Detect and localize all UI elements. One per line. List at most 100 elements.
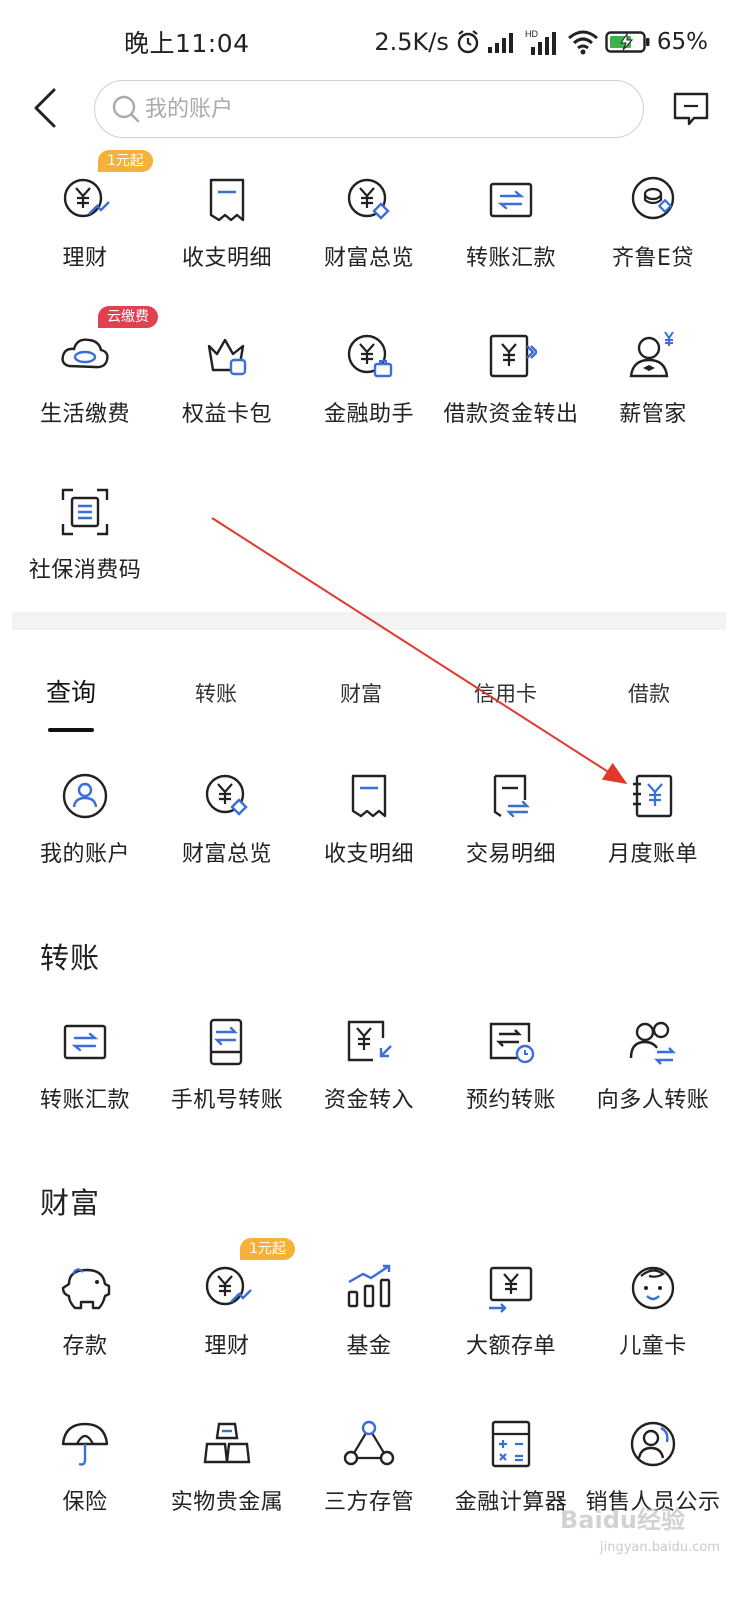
shortcut-item[interactable]: 借款资金转出 [440,306,582,462]
section-divider [12,612,726,630]
query-item-label: 月度账单 [607,842,698,867]
query-item[interactable]: 收支明细 [298,746,440,896]
staff-icon [630,1421,676,1467]
alarm-icon [457,30,479,54]
wealth-item[interactable]: 理财 1元起 [156,1238,298,1394]
top-grid: 理财 1元起 收支明细 财富总览 转账汇款 齐鲁E贷生活缴费 云缴费 权益卡包 金融助手 借款资金… [14,150,726,618]
shortcut-item[interactable]: 生活缴费 云缴费 [14,306,158,462]
yuan-diamond-icon [205,774,248,816]
search-bar[interactable] [94,80,644,138]
transfer-icon [489,182,533,218]
shortcut-item[interactable]: 财富总览 [298,150,440,306]
status-right: 2.5K/s HD 65% [374,24,708,60]
watermark-url: jingyan.baidu.com [600,1540,720,1555]
yuan-diamond-icon [347,178,390,220]
gold-bars-icon [203,1422,251,1464]
tab-transfer[interactable]: 转账 [195,678,237,708]
coin-stack-icon [631,176,675,220]
shortcut-item[interactable]: 收支明细 [156,150,298,306]
search-icon [112,95,140,123]
transfer-item-label: 手机号转账 [170,1088,284,1113]
promo-badge: 云缴费 [98,306,158,328]
query-item[interactable]: 月度账单 [582,746,724,896]
shortcut-item[interactable]: 齐鲁E贷 [582,150,724,306]
query-item[interactable]: 财富总览 [156,746,298,896]
yuan-chart-icon [205,1266,252,1306]
transfer-icon [63,1024,107,1060]
child-face-icon [631,1266,675,1310]
shortcut-item[interactable]: 权益卡包 [156,306,298,462]
shortcut-item-label: 社保消费码 [28,558,142,583]
yuan-in-icon [347,1020,392,1062]
shortcut-item[interactable]: 薪管家 [582,306,724,462]
shortcut-item[interactable]: 理财 1元起 [14,150,156,306]
crown-card-icon [207,338,247,376]
wealth-item-label: 三方存管 [323,1490,414,1515]
section-title-transfer: 转账 [40,941,101,975]
wealth-item[interactable]: 保险 [14,1394,156,1550]
svg-text:HD: HD [525,29,538,39]
calculator-icon [491,1420,531,1468]
tab-query[interactable]: 查询 [46,673,96,709]
shortcut-item-label: 借款资金转出 [443,402,579,427]
wealth-item[interactable]: 大额存单 [440,1238,582,1394]
signal-icon [487,33,513,53]
transfer-item[interactable]: 资金转入 [298,992,440,1142]
query-item-label: 我的账户 [39,842,130,867]
shortcut-item-label: 齐鲁E贷 [612,246,694,271]
transfer-grid: 转账汇款 手机号转账 资金转入 预约转账 向多人转账 [14,992,726,1142]
shortcut-item-label: 生活缴费 [39,402,130,427]
shortcut-item[interactable]: 金融助手 [298,306,440,462]
wealth-item-label: 保险 [62,1490,108,1515]
receipt-icon [209,178,245,222]
phone-transfer-icon [209,1018,243,1066]
network-speed: 2.5K/s [374,28,449,56]
umbrella-icon [61,1422,109,1466]
user-circle-icon [62,773,108,819]
yuan-certificate-icon [489,1266,533,1313]
message-icon[interactable] [672,90,710,128]
yuan-briefcase-icon [347,334,393,378]
chevron-left-icon[interactable] [26,86,66,130]
transfer-item[interactable]: 向多人转账 [582,992,724,1142]
wealth-item-label: 存款 [62,1334,108,1359]
transfer-item-label: 转账汇款 [39,1088,130,1113]
shortcut-item-label: 薪管家 [619,402,687,427]
transfer-item-label: 资金转入 [323,1088,414,1113]
transfer-item[interactable]: 手机号转账 [156,992,298,1142]
tab-loan[interactable]: 借款 [628,678,670,708]
wealth-item[interactable]: 基金 [298,1238,440,1394]
query-item-label: 收支明细 [323,842,414,867]
piggy-bank-icon [61,1268,111,1310]
wealth-item-label: 大额存单 [465,1334,556,1359]
query-item[interactable]: 我的账户 [14,746,156,896]
wealth-item-label: 金融计算器 [454,1490,568,1515]
shortcut-item-label: 金融助手 [323,402,414,427]
shortcut-item-label: 转账汇款 [465,246,556,271]
transfer-item[interactable]: 转账汇款 [14,992,156,1142]
shortcut-item[interactable]: 社保消费码 [14,462,156,618]
wealth-item[interactable]: 实物贵金属 [156,1394,298,1550]
wealth-item-label: 儿童卡 [619,1334,687,1359]
transfer-item-label: 向多人转账 [596,1088,710,1113]
receipt-icon [351,774,387,818]
wealth-item[interactable]: 三方存管 [298,1394,440,1550]
wealth-item-label: 基金 [346,1334,392,1359]
wealth-item[interactable]: 儿童卡 [582,1238,724,1394]
transfer-item[interactable]: 预约转账 [440,992,582,1142]
tab-credit-card[interactable]: 信用卡 [474,678,537,708]
shortcut-item[interactable]: 转账汇款 [440,150,582,306]
yuan-chart-icon [63,178,110,218]
search-input[interactable] [145,96,585,122]
hd-signal-icon: HD [525,29,556,55]
transfer-item-label: 预约转账 [465,1088,556,1113]
tab-wealth[interactable]: 财富 [340,678,382,708]
butler-icon [629,331,674,378]
query-item[interactable]: 交易明细 [440,746,582,896]
yuan-notebook-icon [633,774,673,818]
battery-charging-icon [605,31,650,53]
wealth-item[interactable]: 存款 [14,1238,156,1394]
battery-percent: 65% [656,29,708,55]
wealth-item-label: 理财 [204,1334,250,1359]
watermark-logo: Baidu经验 [560,1506,685,1534]
